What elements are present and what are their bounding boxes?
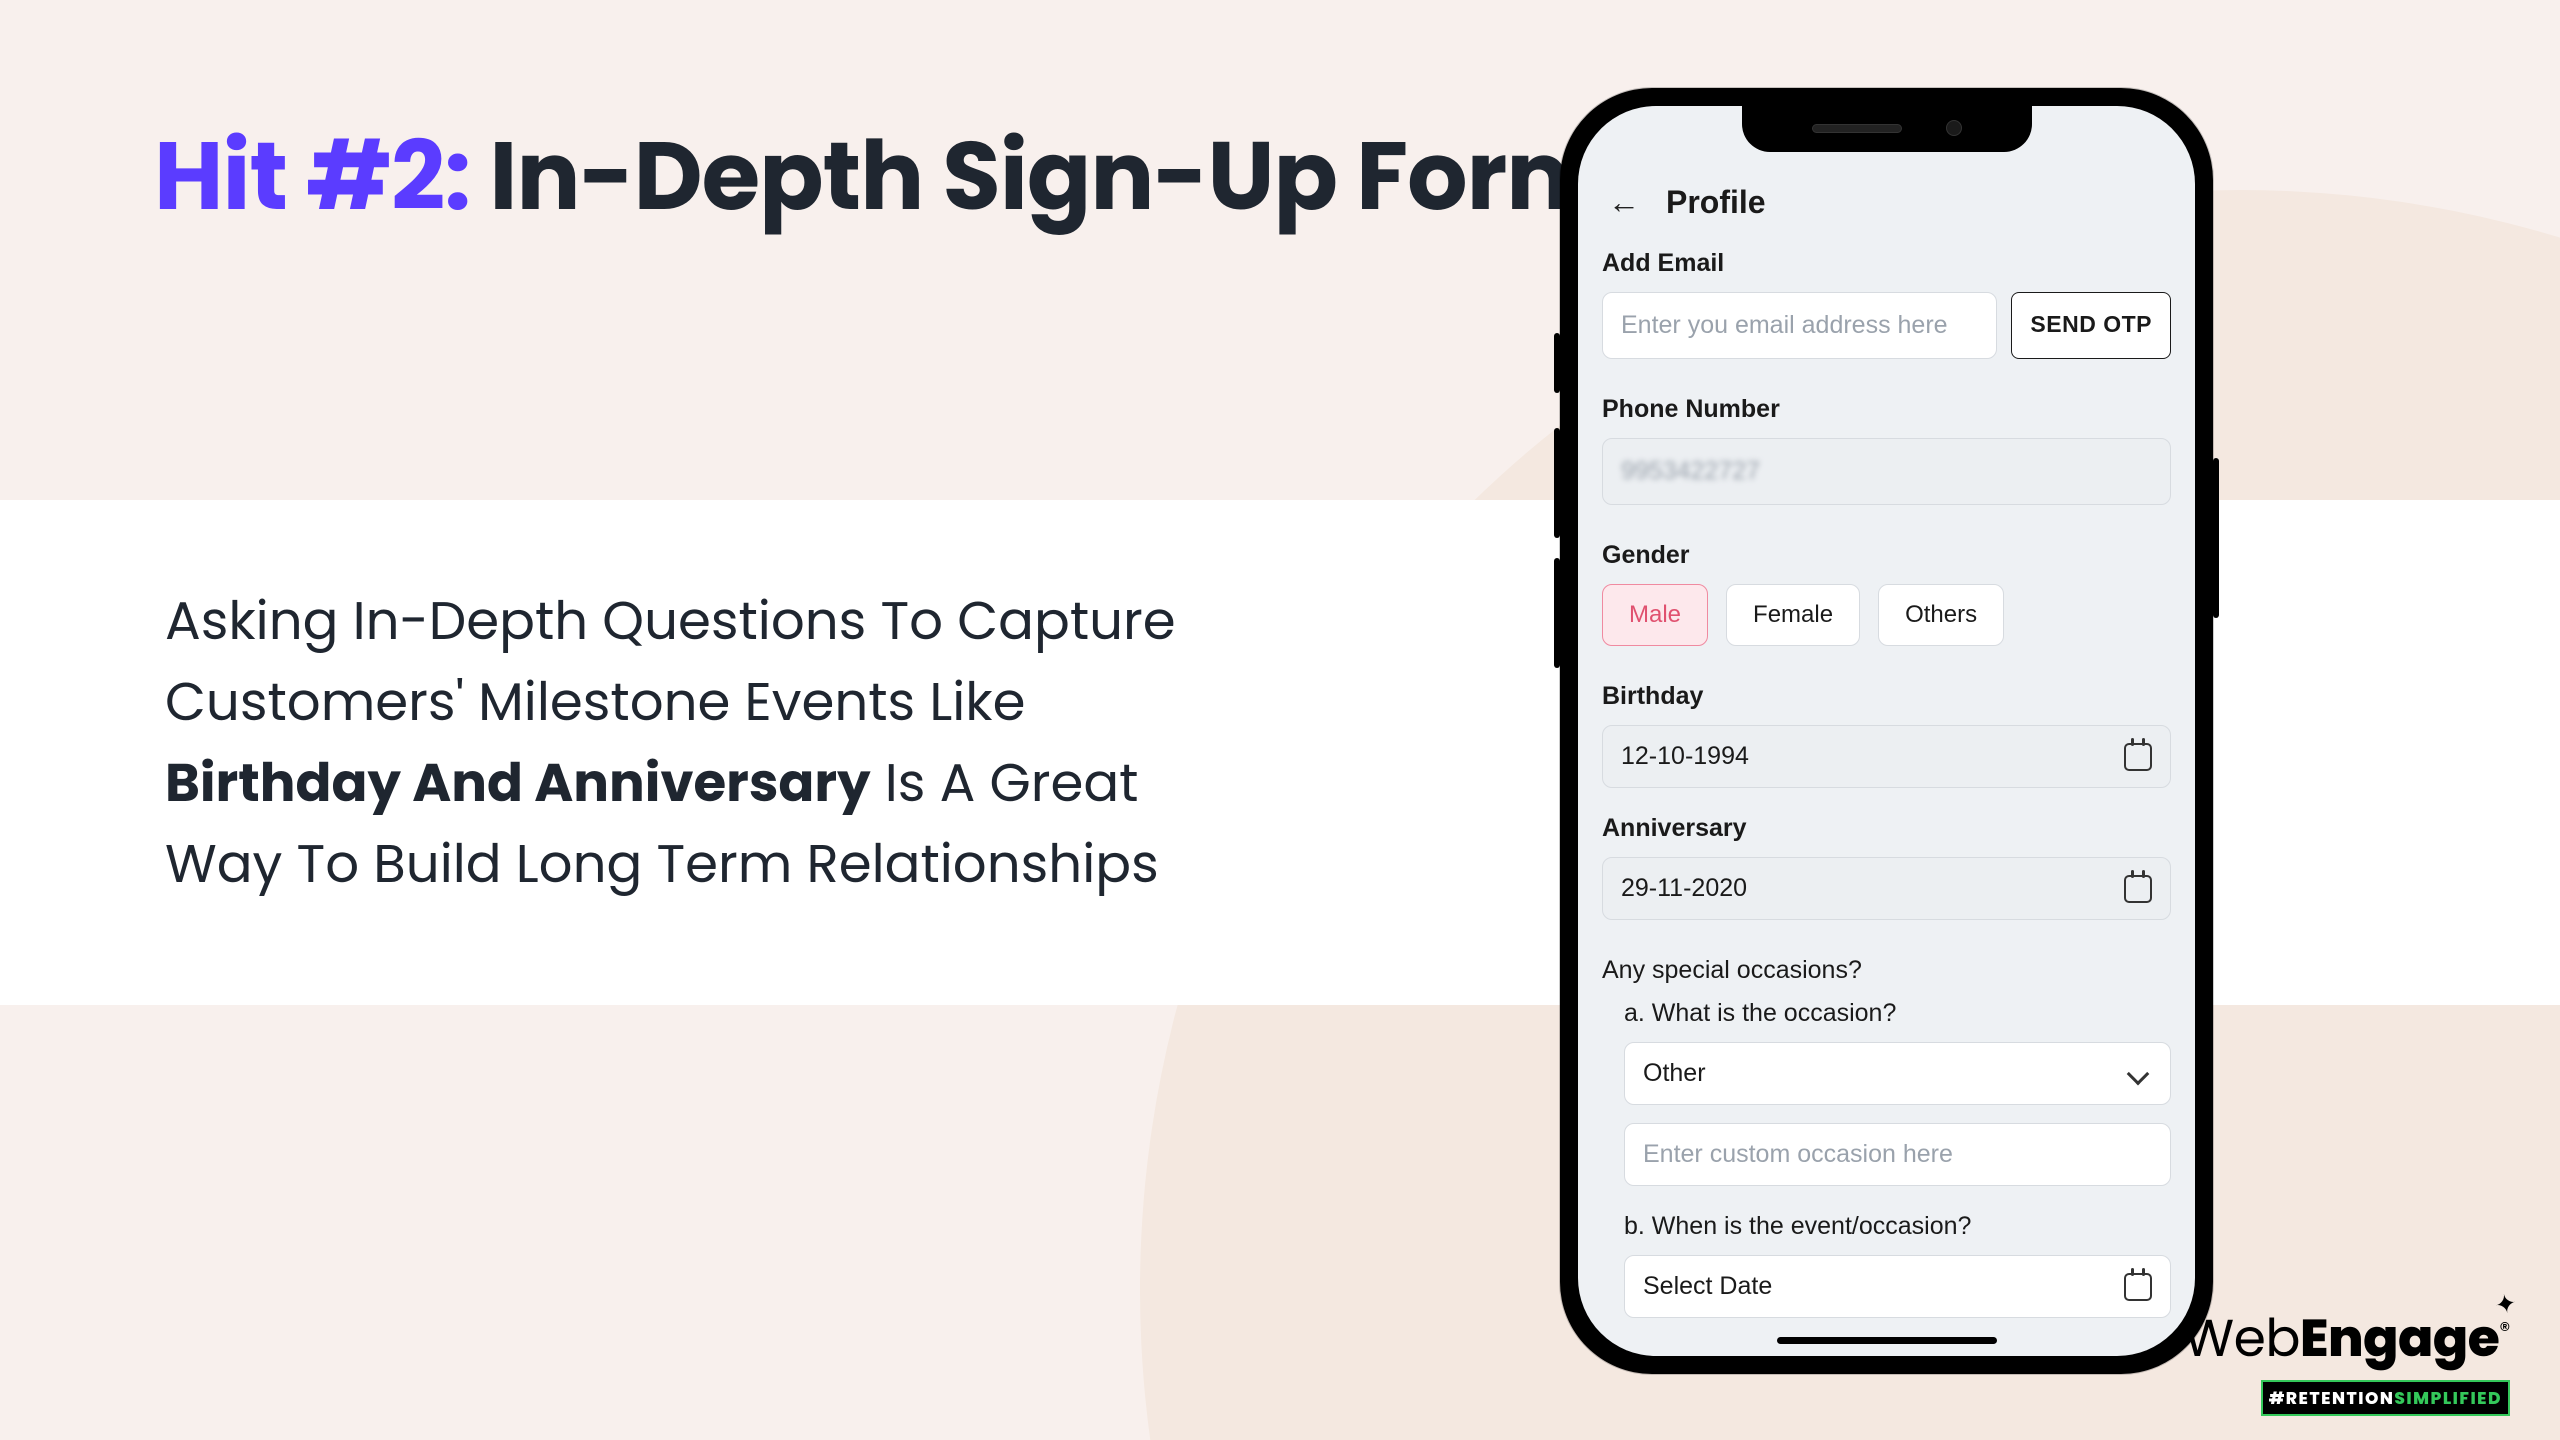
body-bold: Birthday And Anniversary [165,745,871,820]
phone-input[interactable]: 9953422727 [1602,438,2171,505]
event-date-select[interactable]: Select Date [1624,1255,2171,1318]
phone-value: 9953422727 [1621,457,1760,485]
select-date-placeholder: Select Date [1643,1272,1772,1301]
anniversary-value: 29-11-2020 [1621,874,1747,903]
home-indicator [1777,1337,1997,1344]
form-content: Add Email Enter you email address here S… [1578,249,2195,1318]
front-camera [1946,120,1962,136]
phone-notch [1742,106,2032,152]
tag-simplified: SIMPLIFIED [2394,1386,2502,1410]
anniversary-label: Anniversary [1602,814,2171,843]
brand-engage: Engage [2300,1302,2499,1375]
back-arrow-icon[interactable]: ← [1608,184,1640,221]
occasion-select[interactable]: Other [1624,1042,2171,1105]
gender-chip-female[interactable]: Female [1726,584,1860,646]
phone-screen: ← Profile Add Email Enter you email addr… [1578,106,2195,1356]
tag-hash: #RETENTION [2269,1386,2395,1410]
phone-side-button [2213,458,2219,618]
speaker-grille [1812,124,1902,133]
brand-tagline: #RETENTIONSIMPLIFIED [2261,1380,2510,1416]
calendar-icon [2124,743,2152,771]
send-otp-button[interactable]: SEND OTP [2011,292,2171,359]
gender-chip-others[interactable]: Others [1878,584,2004,646]
phone-mockup: ← Profile Add Email Enter you email addr… [1560,88,2213,1374]
brand-logo: WebEngage✦® #RETENTIONSIMPLIFIED [2183,1300,2510,1416]
anniversary-section: Anniversary 29-11-2020 [1602,814,2171,920]
calendar-icon [2124,1273,2152,1301]
phone-side-button [1554,558,1560,668]
custom-occasion-input[interactable]: Enter custom occasion here [1624,1123,2171,1186]
phone-side-button [1554,333,1560,393]
slide-headline: Hit #2: In-Depth Sign-Up Form [154,105,1606,248]
occasion-value: Other [1643,1059,1706,1088]
email-section: Add Email Enter you email address here S… [1602,249,2171,359]
slide: Hit #2: In-Depth Sign-Up Form Asking In-… [0,0,2560,1440]
brand-wordmark: WebEngage✦® [2183,1300,2510,1378]
body-before: Asking In-Depth Questions To Capture Cus… [165,583,1176,739]
email-label: Add Email [1602,249,2171,278]
birthday-label: Birthday [1602,682,2171,711]
birthday-section: Birthday 12-10-1994 [1602,682,2171,788]
custom-occasion-placeholder: Enter custom occasion here [1643,1140,1953,1169]
question-b: b. When is the event/occasion? [1624,1212,2171,1241]
app-topbar: ← Profile [1578,166,2195,249]
birthday-value: 12-10-1994 [1621,742,1749,771]
email-input[interactable]: Enter you email address here [1602,292,1997,359]
gender-section: Gender Male Female Others [1602,541,2171,646]
slide-body: Asking In-Depth Questions To Capture Cus… [165,580,1260,904]
special-section: Any special occasions? a. What is the oc… [1602,956,2171,1318]
birthday-input[interactable]: 12-10-1994 [1602,725,2171,788]
chevron-down-icon [2127,1062,2150,1085]
question-a: a. What is the occasion? [1624,999,2171,1028]
special-label: Any special occasions? [1602,956,2171,985]
headline-accent: Hit #2: [154,110,470,243]
headline-main: In-Depth Sign-Up Form [470,110,1606,243]
anniversary-input[interactable]: 29-11-2020 [1602,857,2171,920]
brand-web: Web [2183,1302,2300,1375]
phone-label: Phone Number [1602,395,2171,424]
phone-section: Phone Number 9953422727 [1602,395,2171,505]
gender-chip-male[interactable]: Male [1602,584,1708,646]
phone-side-button [1554,428,1560,538]
page-title: Profile [1666,184,1766,221]
calendar-icon [2124,875,2152,903]
gender-label: Gender [1602,541,2171,570]
